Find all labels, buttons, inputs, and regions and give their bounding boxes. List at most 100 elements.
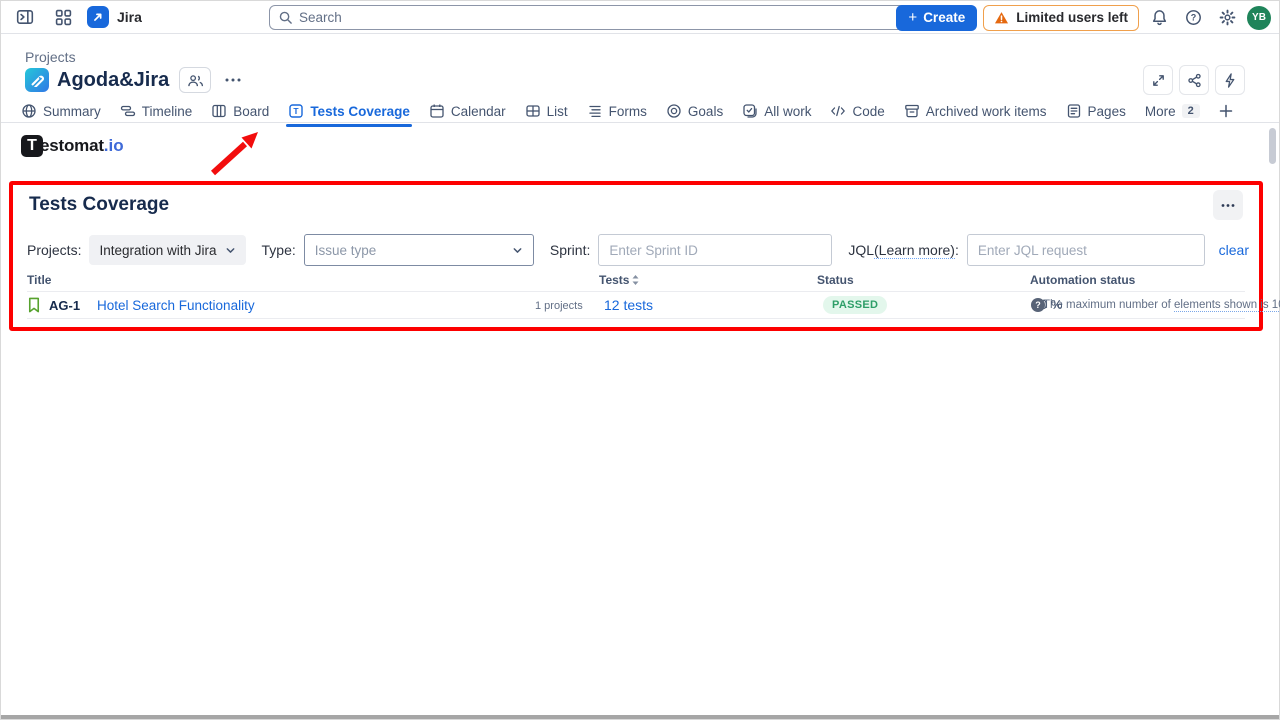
svg-text:?: ?: [1190, 13, 1196, 23]
search-input[interactable]: [299, 10, 902, 25]
bookmark-icon: [27, 297, 41, 313]
column-header-automation: Automation status: [1030, 273, 1135, 287]
column-header-title: Title: [27, 273, 51, 287]
share-button[interactable]: [1179, 65, 1209, 95]
panel-title: Tests Coverage: [29, 194, 169, 216]
board-icon: [211, 103, 227, 119]
all-work-icon: [742, 103, 758, 119]
help-circle-icon: ?: [1031, 298, 1045, 312]
svg-text:T: T: [294, 106, 300, 116]
learn-more-link[interactable]: (Learn more): [874, 242, 955, 259]
tab-board[interactable]: Board: [211, 99, 269, 123]
jira-brand[interactable]: Jira: [87, 6, 142, 28]
issue-key: AG-1: [49, 298, 80, 313]
app-switcher-button[interactable]: [49, 3, 77, 31]
tab-list[interactable]: List: [525, 99, 568, 123]
limited-users-button[interactable]: Limited users left: [983, 5, 1139, 31]
tab-summary[interactable]: Summary: [21, 99, 101, 123]
gear-icon: [1219, 9, 1236, 26]
tab-code[interactable]: Code: [830, 99, 884, 123]
vertical-scrollbar[interactable]: [1269, 128, 1276, 164]
window-bottom-edge: [1, 715, 1279, 719]
max-elements-note: The maximum number of elements shown is …: [1043, 299, 1280, 311]
tab-tests-coverage[interactable]: T Tests Coverage: [288, 99, 410, 123]
automation-button[interactable]: [1215, 65, 1245, 95]
goals-icon: [666, 103, 682, 119]
project-title: Agoda&Jira: [57, 69, 169, 92]
user-avatar[interactable]: YB: [1247, 6, 1271, 30]
lightning-icon: [1223, 73, 1237, 88]
tests-coverage-panel: Tests Coverage Projects: Integration wit…: [9, 181, 1263, 331]
chevron-down-icon: [512, 245, 523, 256]
tab-goals[interactable]: Goals: [666, 99, 723, 123]
project-tab-bar: Summary Timeline Board T Tests Coverage …: [21, 99, 1233, 123]
projects-filter-dropdown[interactable]: Integration with Jira: [89, 235, 245, 265]
tab-timeline[interactable]: Timeline: [120, 99, 193, 123]
app-grid-icon: [55, 9, 72, 26]
settings-button[interactable]: [1213, 4, 1241, 32]
testomat-logo: T estomat .io: [21, 135, 124, 157]
tests-count-link[interactable]: 12 tests: [604, 297, 653, 313]
plus-icon: +: [908, 10, 917, 25]
timeline-icon: [120, 103, 136, 119]
tab-pages[interactable]: Pages: [1066, 99, 1126, 123]
forms-icon: [587, 103, 603, 119]
list-icon: [525, 103, 541, 119]
jira-window: Jira + Create Limited users left: [0, 0, 1280, 720]
sprint-id-input[interactable]: [598, 234, 832, 266]
bell-icon: [1151, 9, 1168, 26]
jql-request-input[interactable]: [967, 234, 1205, 266]
plus-icon: [1219, 104, 1233, 118]
tab-archived-work-items[interactable]: Archived work items: [904, 99, 1047, 123]
jira-logo-icon: [87, 6, 109, 28]
row-divider: [27, 318, 1245, 319]
jql-filter-label: JQL(Learn more):: [848, 242, 959, 258]
globe-icon: [21, 103, 37, 119]
annotation-arrow: [199, 125, 279, 183]
breadcrumb[interactable]: Projects: [25, 49, 76, 65]
clear-filters-link[interactable]: clear: [1219, 242, 1249, 258]
filters-row: Projects: Integration with Jira Type: Is…: [27, 234, 1249, 266]
panel-more-button[interactable]: [1213, 190, 1243, 220]
share-icon: [1187, 73, 1202, 88]
type-filter-label: Type:: [262, 242, 296, 258]
calendar-icon: [429, 103, 445, 119]
pages-icon: [1066, 103, 1082, 119]
column-header-tests[interactable]: Tests: [599, 273, 640, 287]
project-avatar: [25, 68, 49, 92]
tab-all-work[interactable]: All work: [742, 99, 811, 123]
question-circle-icon: ?: [1185, 9, 1202, 26]
projects-filter-label: Projects:: [27, 242, 81, 258]
projects-count: 1 projects: [535, 300, 583, 312]
issue-type-select[interactable]: Issue type: [304, 234, 534, 266]
tab-more[interactable]: More 2: [1145, 99, 1200, 123]
fullscreen-button[interactable]: [1143, 65, 1173, 95]
status-badge: PASSED: [823, 296, 887, 314]
tests-coverage-icon: T: [288, 103, 304, 119]
ellipsis-icon: [1221, 203, 1235, 208]
sidebar-toggle-button[interactable]: [11, 3, 39, 31]
sort-icon: [631, 274, 640, 286]
project-members-button[interactable]: [179, 67, 211, 93]
column-header-status: Status: [817, 273, 854, 287]
global-search[interactable]: [269, 5, 911, 30]
more-count-badge: 2: [1182, 104, 1200, 118]
project-more-button[interactable]: [219, 67, 247, 93]
add-tab-button[interactable]: [1219, 99, 1233, 123]
table-row: AG-1 Hotel Search Functionality 1 projec…: [27, 292, 1259, 319]
people-icon: [187, 73, 204, 88]
sprint-filter-label: Sprint:: [550, 242, 590, 258]
sidebar-toggle-icon: [16, 8, 34, 26]
notifications-button[interactable]: [1145, 4, 1173, 32]
search-icon: [278, 10, 293, 25]
warning-triangle-icon: [994, 11, 1009, 25]
top-navigation-bar: Jira + Create Limited users left: [1, 1, 1279, 34]
tab-forms[interactable]: Forms: [587, 99, 647, 123]
app-name: Jira: [117, 9, 142, 25]
issue-title-link[interactable]: Hotel Search Functionality: [97, 298, 255, 313]
help-button[interactable]: ?: [1179, 4, 1207, 32]
archive-icon: [904, 103, 920, 119]
code-icon: [830, 103, 846, 119]
create-button[interactable]: + Create: [896, 5, 977, 31]
tab-calendar[interactable]: Calendar: [429, 99, 506, 123]
